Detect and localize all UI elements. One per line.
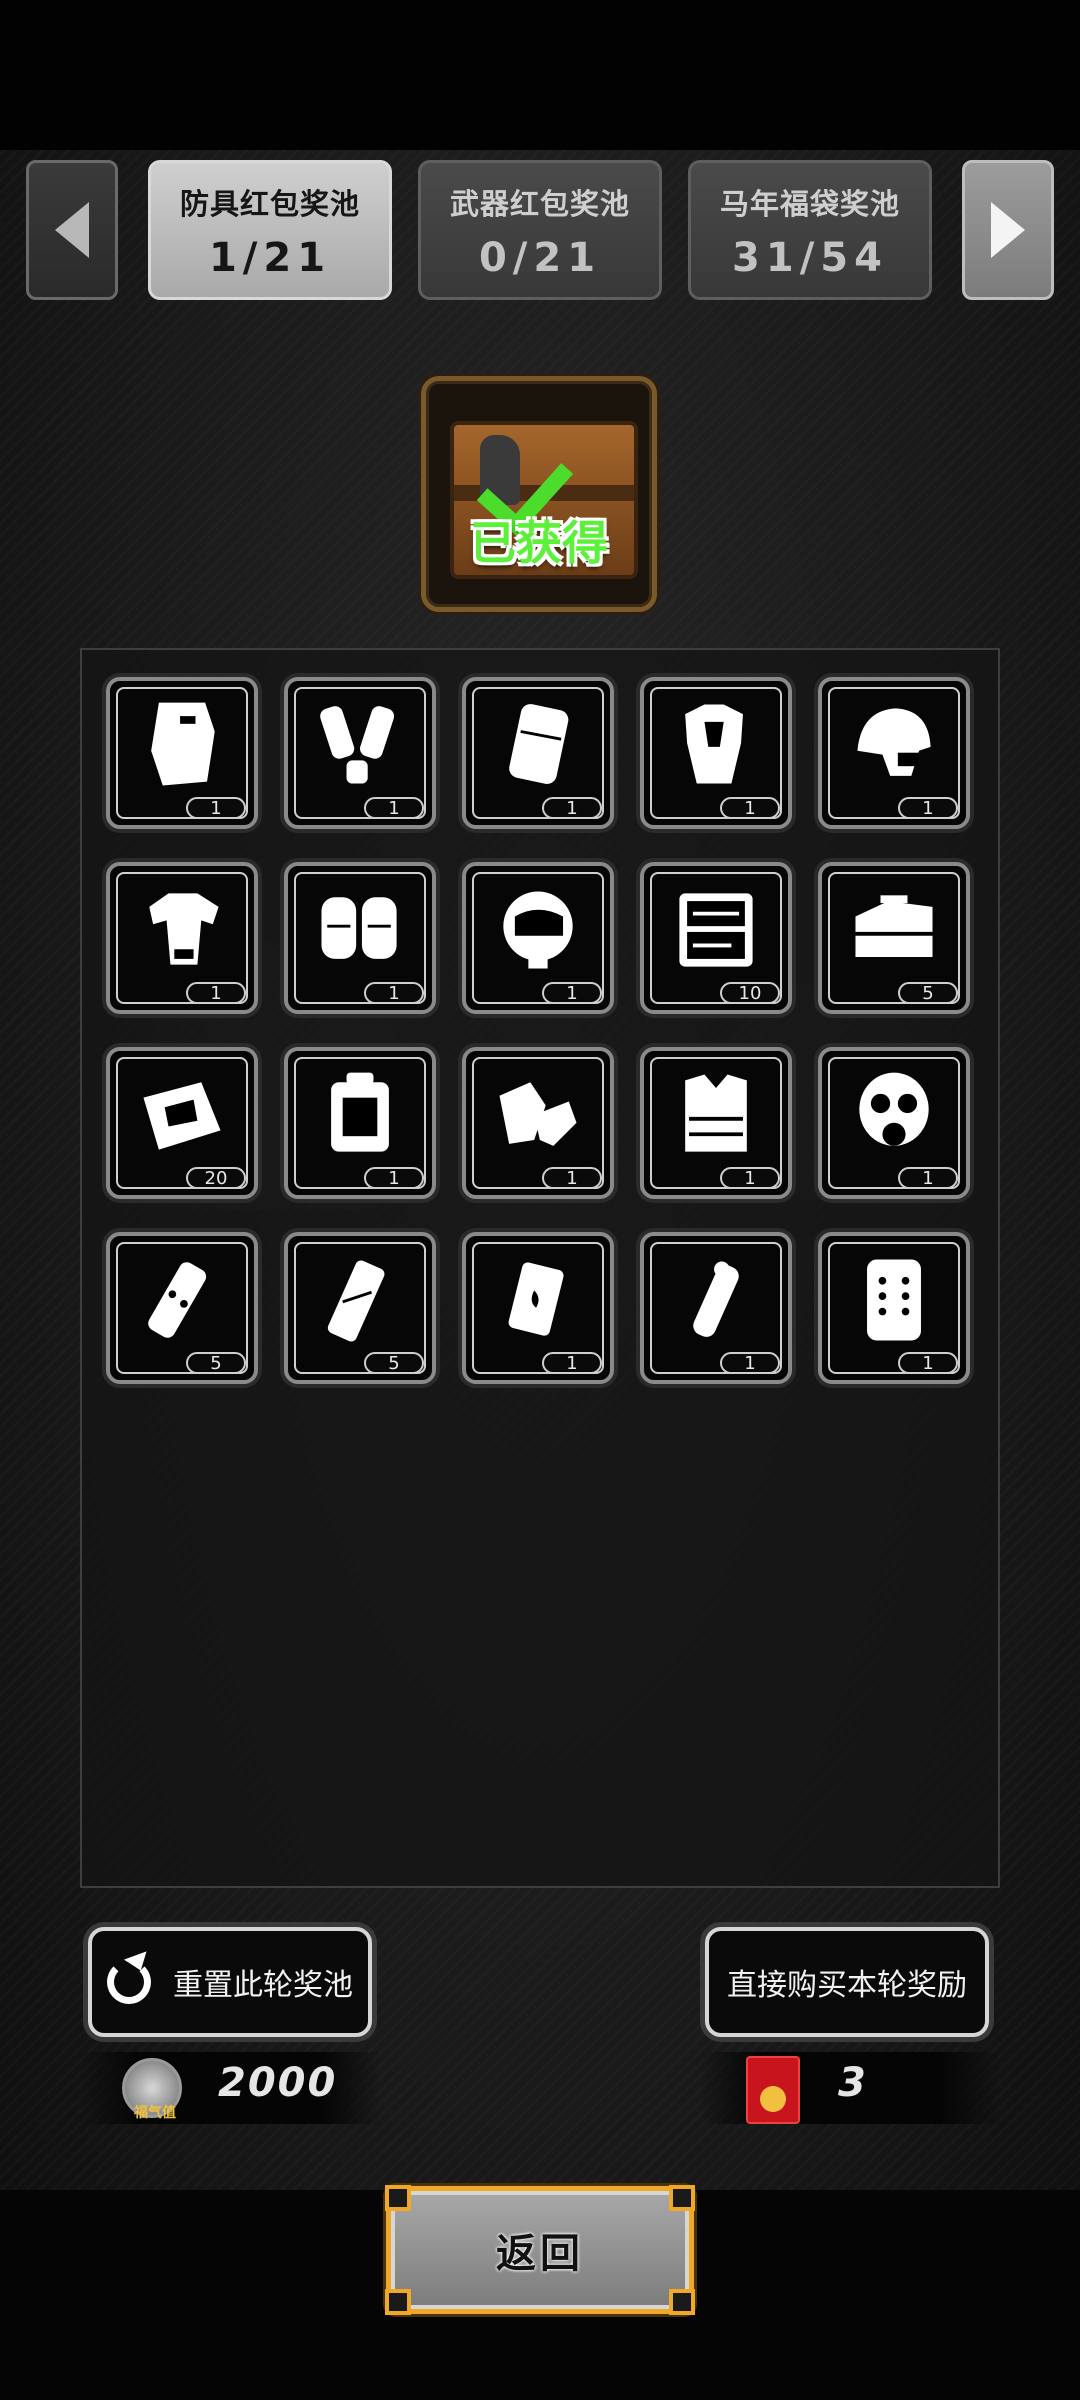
item-quantity: 1 [720, 1352, 780, 1374]
next-pool-button[interactable] [962, 160, 1054, 300]
item-quantity: 10 [720, 982, 780, 1004]
reset-pool-button[interactable]: 重置此轮奖池 [88, 1927, 372, 2037]
return-label: 返回 [496, 2231, 584, 2277]
stun-grenade-icon [664, 1248, 768, 1352]
reward-item-slot[interactable]: 1 [284, 677, 436, 829]
reward-item-slot[interactable]: 5 [284, 1232, 436, 1384]
toolbox-icon [842, 878, 946, 982]
item-quantity: 1 [542, 1167, 602, 1189]
ballistic-shield-icon [842, 1248, 946, 1352]
reward-item-slot[interactable]: 1 [462, 862, 614, 1014]
reward-item-slot[interactable]: 1 [818, 1232, 970, 1384]
body-armor-icon [664, 693, 768, 797]
refresh-icon [107, 1960, 151, 2004]
repair-kit-icon [130, 1063, 234, 1167]
smoke-grenade-icon [308, 1248, 412, 1352]
reward-item-slot[interactable]: 1 [284, 1047, 436, 1199]
luck-points-label: 福气值 [134, 2105, 176, 2121]
red-envelope-icon [746, 2056, 800, 2124]
reset-pool-label: 重置此轮奖池 [173, 1968, 353, 2003]
item-quantity: 1 [364, 982, 424, 1004]
item-quantity: 1 [542, 797, 602, 819]
reward-item-slot[interactable]: 1 [462, 1047, 614, 1199]
item-quantity: 5 [898, 982, 958, 1004]
item-quantity: 1 [542, 1352, 602, 1374]
reward-item-slot[interactable]: 1 [640, 1047, 792, 1199]
red-envelope-count: 3 [838, 2060, 866, 2106]
tab-title: 马年福袋奖池 [719, 187, 900, 221]
buy-rewards-button[interactable]: 直接购买本轮奖励 [705, 1927, 989, 2037]
item-quantity: 20 [186, 1167, 246, 1189]
reward-item-slot[interactable]: 20 [106, 1047, 258, 1199]
red-envelope-display: 3 [700, 2052, 1000, 2124]
item-quantity: 5 [186, 1352, 246, 1374]
tool-case-icon [664, 878, 768, 982]
tab-lucky-bag-pool[interactable]: 马年福袋奖池 31/54 [688, 160, 932, 300]
reward-item-slot[interactable]: 1 [640, 1232, 792, 1384]
arrow-left-icon [55, 202, 89, 258]
item-quantity: 1 [186, 797, 246, 819]
flashbang-icon [130, 1248, 234, 1352]
reward-item-slot[interactable]: 1 [106, 677, 258, 829]
tab-progress: 1/21 [208, 235, 332, 281]
riot-shield-icon [130, 693, 234, 797]
tab-title: 防具红包奖池 [179, 187, 360, 221]
reward-item-slot[interactable]: 10 [640, 862, 792, 1014]
item-quantity: 1 [720, 1167, 780, 1189]
tab-progress: 0/21 [478, 235, 602, 281]
item-quantity: 1 [364, 1167, 424, 1189]
shoulder-armor-icon [130, 878, 234, 982]
luck-points-value: 2000 [218, 2060, 338, 2106]
reward-item-slot[interactable]: 1 [818, 1047, 970, 1199]
item-quantity: 1 [898, 797, 958, 819]
gas-mask-icon [842, 1063, 946, 1167]
tactical-vest-icon [664, 1063, 768, 1167]
item-quantity: 1 [898, 1167, 958, 1189]
knee-pads-icon [308, 878, 412, 982]
tab-weapon-pool[interactable]: 武器红包奖池 0/21 [418, 160, 662, 300]
incendiary-grenade-icon [486, 1248, 590, 1352]
item-quantity: 5 [364, 1352, 424, 1374]
item-quantity: 1 [186, 982, 246, 1004]
backpack-icon [308, 1063, 412, 1167]
item-quantity: 1 [898, 1352, 958, 1374]
reward-item-slot[interactable]: 1 [462, 1232, 614, 1384]
status-bar-area [0, 0, 1080, 150]
previous-pool-button[interactable] [26, 160, 118, 300]
item-quantity: 1 [720, 797, 780, 819]
arrow-right-icon [991, 202, 1025, 258]
leg-pad-icon [486, 693, 590, 797]
return-button[interactable]: 返回 [385, 2185, 695, 2315]
grand-reward-chest[interactable]: 已获得 [421, 376, 657, 612]
tab-title: 武器红包奖池 [449, 187, 630, 221]
luck-points-display: 福气值 2000 [80, 2052, 380, 2124]
reward-item-slot[interactable]: 5 [106, 1232, 258, 1384]
item-quantity: 1 [364, 797, 424, 819]
tactical-helmet-icon [842, 693, 946, 797]
visor-helmet-icon [486, 878, 590, 982]
reward-item-slot[interactable]: 1 [106, 862, 258, 1014]
arm-guards-icon [308, 693, 412, 797]
item-quantity: 1 [542, 982, 602, 1004]
gloves-icon [486, 1063, 590, 1167]
reward-item-slot[interactable]: 1 [284, 862, 436, 1014]
reward-item-slot[interactable]: 1 [818, 677, 970, 829]
reward-item-slot[interactable]: 1 [640, 677, 792, 829]
buy-rewards-label: 直接购买本轮奖励 [727, 1968, 967, 2003]
tab-progress: 31/54 [732, 235, 888, 281]
reward-item-slot[interactable]: 5 [818, 862, 970, 1014]
tab-armor-pool[interactable]: 防具红包奖池 1/21 [148, 160, 392, 300]
obtained-label: 已获得 [470, 516, 608, 570]
reward-item-slot[interactable]: 1 [462, 677, 614, 829]
